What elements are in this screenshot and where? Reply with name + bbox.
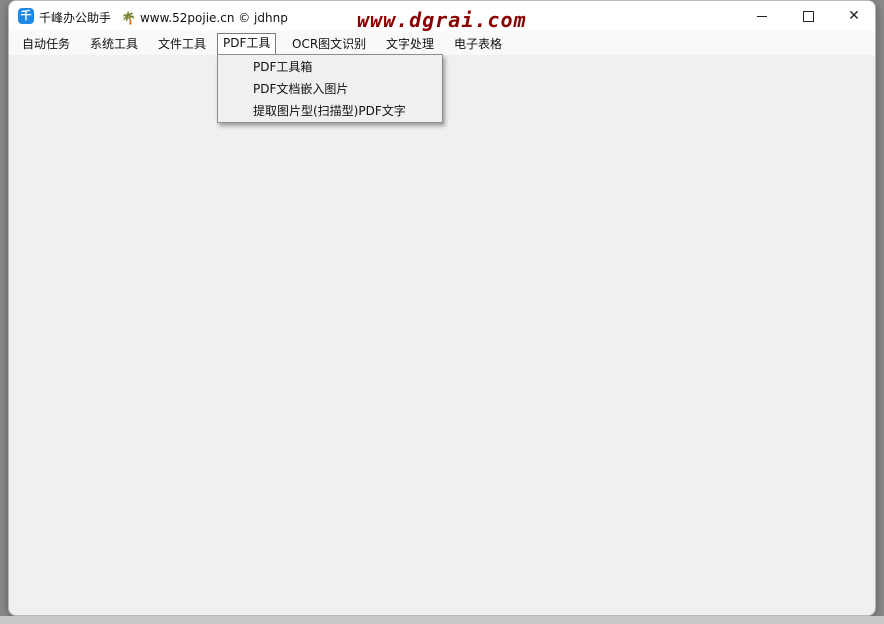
minimize-button[interactable] [739, 1, 785, 31]
plant-icon: 🌴 [121, 11, 136, 25]
app-logo-icon: 千 [18, 8, 34, 24]
dropdown-item-pdf-embed-image[interactable]: PDF文档嵌入图片 [253, 79, 348, 99]
close-icon: ✕ [848, 8, 860, 24]
dropdown-item-pdf-toolbox[interactable]: PDF工具箱 [253, 57, 312, 77]
close-button[interactable]: ✕ [831, 1, 875, 31]
minimize-icon [757, 15, 767, 17]
menu-text-processing[interactable]: 文字处理 [381, 34, 439, 54]
app-window: 千 千峰办公助手 🌴 www.52pojie.cn © jdhnp www.dgra… [8, 0, 876, 616]
dropdown-item-extract-scanned-pdf-text[interactable]: 提取图片型(扫描型)PDF文字 [253, 101, 406, 121]
app-name: 千峰办公助手 [39, 11, 112, 25]
menu-bar: 自动任务 系统工具 文件工具 PDF工具 OCR图文识别 文字处理 电子表格 [9, 31, 875, 55]
maximize-button[interactable] [785, 1, 831, 31]
menu-pdf-tools[interactable]: PDF工具 [217, 33, 277, 55]
desktop-background [0, 616, 884, 624]
menu-auto-tasks[interactable]: 自动任务 [17, 34, 75, 54]
maximize-icon [802, 10, 814, 22]
watermark-text: www.dgrai.com [357, 8, 527, 32]
site-info: www.52pojie.cn © jdhnp [139, 11, 288, 25]
title-bar[interactable]: 千 千峰办公助手 🌴 www.52pojie.cn © jdhnp www.dgra… [9, 1, 875, 31]
menu-spreadsheet[interactable]: 电子表格 [449, 34, 507, 54]
window-title: 千峰办公助手 🌴 www.52pojie.cn © jdhnp [39, 9, 288, 26]
menu-file-tools[interactable]: 文件工具 [153, 34, 211, 54]
menu-ocr[interactable]: OCR图文识别 [287, 34, 371, 54]
pdf-tools-dropdown: PDF工具箱 PDF文档嵌入图片 提取图片型(扫描型)PDF文字 [217, 54, 443, 123]
menu-system-tools[interactable]: 系统工具 [85, 34, 143, 54]
